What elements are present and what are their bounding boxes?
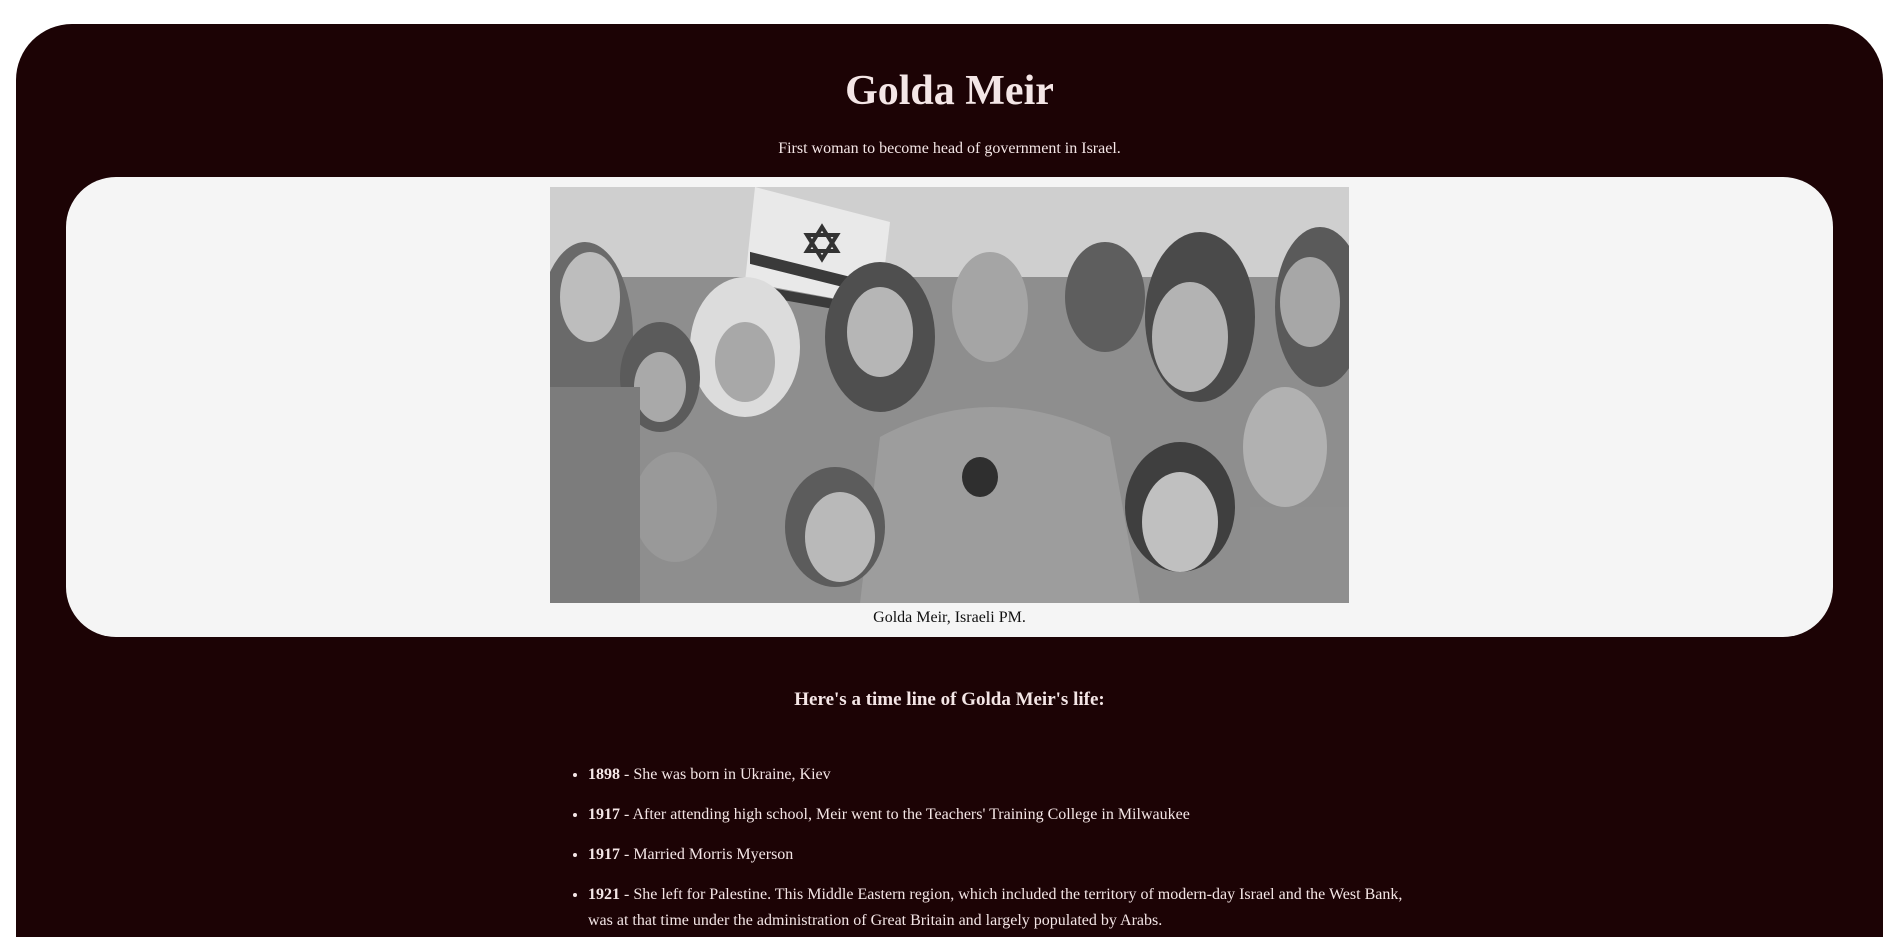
timeline-text: - After attending high school, Meir went… xyxy=(620,806,1190,823)
timeline-text: - Married Morris Myerson xyxy=(620,846,794,863)
timeline-item: 1898 - She was born in Ukraine, Kiev xyxy=(588,762,1408,788)
timeline-heading: Here's a time line of Golda Meir's life: xyxy=(794,689,1105,710)
timeline-year: 1921 xyxy=(588,886,620,903)
timeline-year: 1917 xyxy=(588,846,620,863)
timeline-list: 1898 - She was born in Ukraine, Kiev 191… xyxy=(560,762,1408,937)
image-caption: Golda Meir, Israeli PM. xyxy=(873,609,1026,626)
tribute-page: Golda Meir First woman to become head of… xyxy=(16,24,1883,937)
photo-illustration xyxy=(550,187,1349,603)
timeline-text: - She left for Palestine. This Middle Ea… xyxy=(588,886,1403,929)
timeline-year: 1898 xyxy=(588,766,620,783)
page-subtitle: First woman to become head of government… xyxy=(778,140,1121,157)
image-panel: Golda Meir, Israeli PM. xyxy=(66,177,1833,637)
timeline-text: - She was born in Ukraine, Kiev xyxy=(620,766,831,783)
golda-meir-photo xyxy=(550,187,1349,603)
timeline-item: 1917 - Married Morris Myerson xyxy=(588,842,1408,868)
page-title: Golda Meir xyxy=(845,68,1054,114)
timeline-year: 1917 xyxy=(588,806,620,823)
timeline-item: 1917 - After attending high school, Meir… xyxy=(588,802,1408,828)
timeline-item: 1921 - She left for Palestine. This Midd… xyxy=(588,882,1408,934)
